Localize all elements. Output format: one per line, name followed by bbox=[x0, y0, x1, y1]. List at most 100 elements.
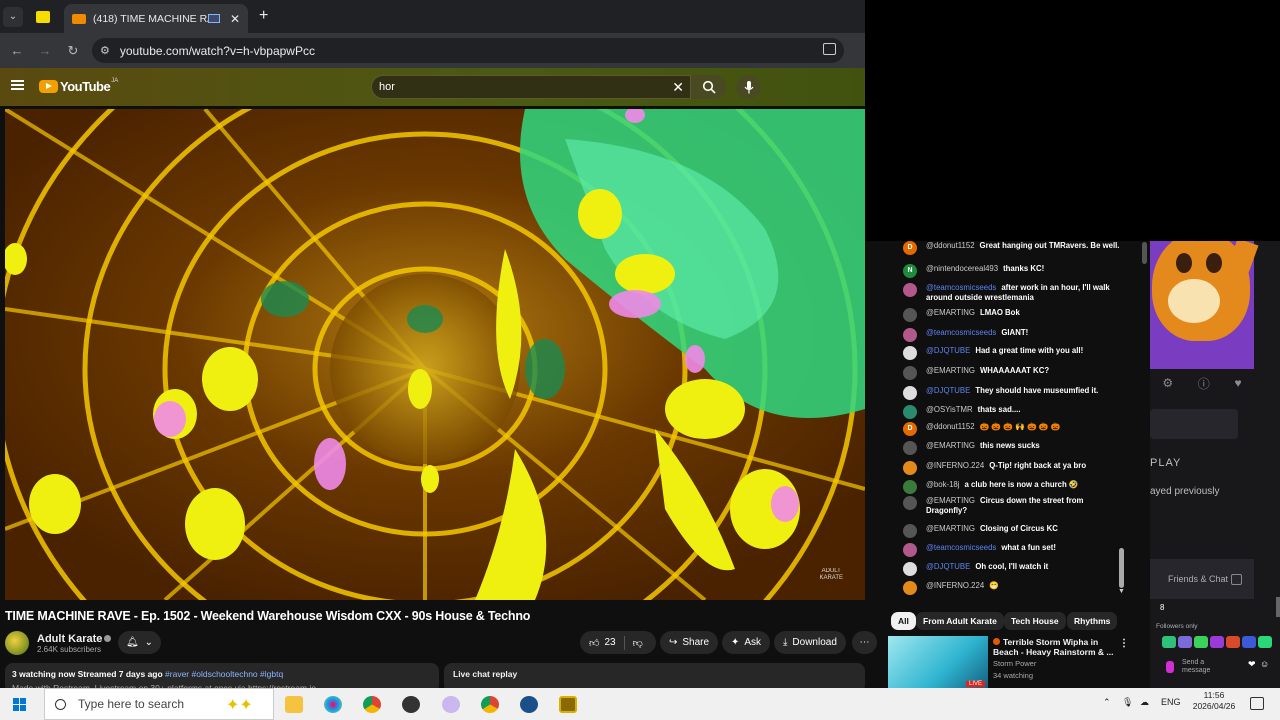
chat-author[interactable]: @EMARTING bbox=[926, 441, 975, 450]
game-app-icon[interactable] bbox=[559, 696, 577, 713]
chat-author[interactable]: @DJQTUBE bbox=[926, 562, 970, 571]
chat-avatar[interactable]: N bbox=[903, 264, 917, 278]
send-message-input[interactable]: Send a message bbox=[1182, 659, 1222, 675]
like-count[interactable]: 23 bbox=[604, 637, 615, 648]
ask-button[interactable]: ✦ Ask bbox=[722, 631, 771, 654]
chat-avatar[interactable]: D bbox=[903, 241, 917, 255]
heart-icon[interactable]: ♥ bbox=[1235, 376, 1242, 390]
recommended-more-icon[interactable]: ⋮ bbox=[1119, 638, 1129, 649]
emote-icon[interactable] bbox=[1162, 636, 1176, 648]
site-info-icon[interactable]: ⚙ bbox=[100, 44, 110, 57]
chat-author[interactable]: @EMARTING bbox=[926, 366, 975, 375]
menu-icon[interactable] bbox=[11, 80, 24, 90]
photos-app-icon[interactable] bbox=[324, 696, 342, 713]
recommended-video-info[interactable]: Terrible Storm Wipha in Beach - Heavy Ra… bbox=[993, 637, 1118, 680]
chat-avatar[interactable] bbox=[903, 461, 917, 475]
filter-chip-from-channel[interactable]: From Adult Karate bbox=[916, 612, 1004, 630]
tray-network-icon[interactable]: ☁ bbox=[1140, 697, 1149, 708]
taskbar-clock[interactable]: 11:56 2026/04/26 bbox=[1192, 690, 1236, 712]
new-tab-button[interactable]: + bbox=[259, 7, 268, 25]
chat-author[interactable]: @bok-18j bbox=[926, 480, 960, 489]
thumbs-up-icon[interactable]: 👍︎ bbox=[589, 637, 599, 649]
file-explorer-icon[interactable] bbox=[285, 696, 303, 713]
steam-icon[interactable] bbox=[520, 696, 538, 713]
search-input[interactable]: hor ✕ bbox=[371, 75, 691, 99]
address-bar[interactable]: ⚙ youtube.com/watch?v=h-vbpapwPcc bbox=[92, 38, 844, 63]
chat-avatar[interactable] bbox=[903, 386, 917, 400]
more-actions-button[interactable]: ⋯ bbox=[852, 631, 877, 654]
thumbs-down-icon[interactable]: 👎︎ bbox=[633, 637, 643, 649]
chat-avatar[interactable] bbox=[903, 524, 917, 538]
snipping-tool-icon[interactable] bbox=[442, 696, 460, 713]
chat-author[interactable]: @DJQTUBE bbox=[926, 346, 970, 355]
filter-chip-tech-house[interactable]: Tech House bbox=[1004, 612, 1066, 630]
close-tab-icon[interactable]: ✕ bbox=[230, 12, 240, 26]
emote-icon[interactable] bbox=[1242, 636, 1256, 648]
chat-author[interactable]: @OSYisTMR bbox=[926, 405, 973, 414]
gear-icon[interactable]: ⚙ bbox=[1162, 376, 1173, 390]
chat-author[interactable]: @EMARTING bbox=[926, 524, 975, 533]
forward-icon[interactable]: → bbox=[34, 43, 56, 58]
taskbar-search[interactable]: Type here to search ✦✦ bbox=[44, 688, 274, 720]
chat-author[interactable]: @ddonut1152 bbox=[926, 241, 975, 250]
chat-author[interactable]: @teamcosmicseeds bbox=[926, 283, 996, 292]
live-chat-panel[interactable]: D @ddonut1152 Great hanging out TMRavers. … bbox=[888, 241, 1128, 598]
tab-search-chevron-icon[interactable]: ⌄ bbox=[3, 6, 23, 27]
chat-avatar[interactable] bbox=[903, 328, 917, 342]
chrome-profile-icon[interactable] bbox=[481, 696, 499, 713]
chat-avatar[interactable] bbox=[903, 308, 917, 322]
emote-icon[interactable] bbox=[1194, 636, 1208, 648]
search-button[interactable] bbox=[691, 75, 727, 99]
chat-avatar[interactable] bbox=[903, 581, 917, 595]
reload-icon[interactable]: ↻ bbox=[62, 43, 84, 59]
filter-chip-rhythms[interactable]: Rhythms bbox=[1067, 612, 1118, 630]
channel-name-row[interactable]: Adult Karate bbox=[37, 633, 112, 645]
chat-settings-icons[interactable]: ❤ ☺ bbox=[1248, 659, 1270, 670]
friends-chat-button[interactable]: Friends & Chat bbox=[1150, 569, 1254, 589]
recommended-video-thumbnail[interactable]: LIVE bbox=[888, 636, 988, 688]
chat-scrollbar-thumb[interactable] bbox=[1119, 548, 1124, 588]
emote-icon[interactable] bbox=[1178, 636, 1192, 648]
description-tags[interactable]: #raver #oldschooltechno #lgbtq bbox=[165, 669, 283, 679]
emote-icon[interactable] bbox=[1258, 636, 1272, 648]
back-icon[interactable]: ← bbox=[6, 43, 28, 58]
share-button[interactable]: ↪ Share bbox=[660, 631, 719, 654]
tray-mic-icon[interactable]: 🎙︎ bbox=[1122, 697, 1133, 708]
chat-author[interactable]: @teamcosmicseeds bbox=[926, 328, 996, 337]
chat-author[interactable]: @nintendocereal493 bbox=[926, 264, 998, 273]
chat-avatar[interactable] bbox=[903, 543, 917, 557]
chat-avatar[interactable] bbox=[903, 562, 917, 576]
info-icon[interactable]: ⓘ bbox=[1198, 375, 1210, 392]
notifications-icon[interactable] bbox=[1250, 697, 1264, 710]
chat-author[interactable]: @INFERNO.224 bbox=[926, 461, 984, 470]
bits-icon[interactable] bbox=[1166, 661, 1174, 673]
chat-scroll-down-icon[interactable]: ▼ bbox=[1118, 588, 1125, 595]
chat-avatar[interactable] bbox=[903, 405, 917, 419]
emote-icon[interactable] bbox=[1210, 636, 1224, 648]
youtube-logo[interactable]: YouTube JA bbox=[39, 78, 118, 94]
clear-search-icon[interactable]: ✕ bbox=[672, 79, 684, 96]
tray-overflow-icon[interactable]: ⌃ bbox=[1103, 697, 1111, 708]
chat-author[interactable]: @INFERNO.224 bbox=[926, 581, 984, 590]
chat-avatar[interactable] bbox=[903, 346, 917, 360]
chat-avatar[interactable] bbox=[903, 441, 917, 455]
chat-avatar[interactable] bbox=[903, 366, 917, 380]
download-button[interactable]: ⤓ Download bbox=[774, 631, 846, 654]
install-app-icon[interactable] bbox=[823, 43, 836, 55]
chat-author[interactable]: @DJQTUBE bbox=[926, 386, 970, 395]
chat-avatar[interactable] bbox=[903, 283, 917, 297]
filter-chip-all[interactable]: All bbox=[891, 612, 916, 630]
emote-icon[interactable] bbox=[1226, 636, 1240, 648]
page-scrollbar-thumb[interactable] bbox=[1276, 597, 1280, 617]
tray-language[interactable]: ENG bbox=[1161, 697, 1181, 707]
browser-tab-active[interactable]: (418) TIME MACHINE RAVE - Ep. 1502 - Wee… bbox=[64, 4, 248, 33]
chat-author[interactable]: @teamcosmicseeds bbox=[926, 543, 996, 552]
chat-avatar[interactable] bbox=[903, 480, 917, 494]
channel-name[interactable]: Adult Karate bbox=[37, 633, 102, 645]
notifications-button[interactable]: 🔔︎ ⌄ bbox=[118, 631, 161, 654]
tab-group-chip[interactable] bbox=[36, 10, 50, 23]
voice-search-button[interactable] bbox=[736, 75, 761, 99]
video-player[interactable]: ADULT KARATE bbox=[5, 109, 865, 600]
chat-author[interactable]: @EMARTING bbox=[926, 308, 975, 317]
channel-avatar[interactable] bbox=[5, 631, 29, 655]
